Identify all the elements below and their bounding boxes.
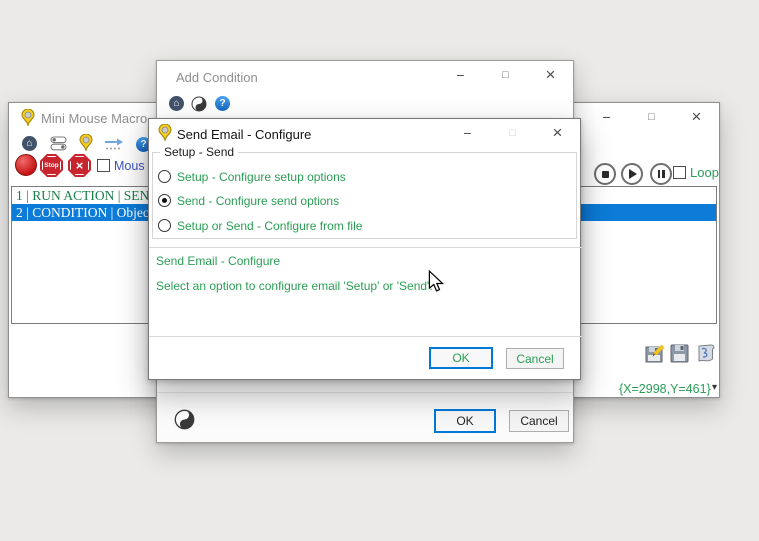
mouse-cursor xyxy=(427,270,445,292)
edit-macro-icon[interactable] xyxy=(644,342,667,365)
app-pin-icon xyxy=(158,124,172,142)
help-icon[interactable]: ? xyxy=(215,96,230,111)
close-button[interactable]: × xyxy=(674,103,719,131)
home-icon[interactable]: ⌂ xyxy=(22,136,37,151)
pause-button[interactable] xyxy=(650,163,672,185)
macro-pin-icon[interactable] xyxy=(79,134,93,152)
maximize-button-disabled: □ xyxy=(490,119,535,147)
save-macro-icon[interactable] xyxy=(669,343,690,364)
maximize-button[interactable]: □ xyxy=(629,103,674,131)
run-arrow-icon[interactable] xyxy=(104,138,124,151)
minimize-button[interactable]: − xyxy=(438,61,483,89)
yin-yang-icon[interactable] xyxy=(191,96,207,112)
cancel-macro-button[interactable]: × xyxy=(68,154,91,177)
add-condition-title: Add Condition xyxy=(176,70,258,85)
main-window-title: Mini Mouse Macro xyxy=(41,111,147,126)
play-button[interactable] xyxy=(621,163,643,185)
ok-button[interactable]: OK xyxy=(434,409,496,433)
cancel-button[interactable]: Cancel xyxy=(509,410,569,432)
cancel-button[interactable]: Cancel xyxy=(506,348,564,369)
groupbox-label: Setup - Send xyxy=(160,145,238,159)
app-pin-icon xyxy=(21,109,35,127)
radio-send-options-label[interactable]: Send - Configure send options xyxy=(177,194,339,208)
mouse-checkbox-label: Mous xyxy=(114,159,145,173)
minimize-button[interactable]: − xyxy=(445,119,490,147)
radio-setup-or-send-file[interactable] xyxy=(158,219,171,232)
divider xyxy=(149,336,582,337)
add-condition-title-bar[interactable]: Add Condition − □ × xyxy=(157,61,573,91)
ok-button[interactable]: OK xyxy=(429,347,493,369)
maximize-button[interactable]: □ xyxy=(483,61,528,89)
record-button[interactable] xyxy=(15,154,37,176)
stop-playback-button[interactable] xyxy=(594,163,616,185)
close-button[interactable]: × xyxy=(535,119,580,147)
add-condition-footer: OK Cancel xyxy=(157,392,573,442)
stop-sign-button[interactable]: Stop xyxy=(40,154,63,177)
radio-send-options[interactable] xyxy=(158,194,171,207)
radio-setup-options-label[interactable]: Setup - Configure setup options xyxy=(177,170,346,184)
send-email-configure-dialog: Send Email - Configure − □ × Setup - Sen… xyxy=(148,118,581,380)
close-button[interactable]: × xyxy=(528,61,573,89)
loop-checkbox-label: Loop xyxy=(690,165,719,180)
minimize-button[interactable]: − xyxy=(584,103,629,131)
coordinates-dropdown-caret[interactable]: ▾ xyxy=(712,382,717,393)
divider xyxy=(149,247,582,248)
mouse-checkbox[interactable] xyxy=(97,159,110,172)
send-email-title: Send Email - Configure xyxy=(177,127,311,142)
info-text: Select an option to configure email 'Set… xyxy=(156,279,433,293)
cancel-x-glyph: × xyxy=(76,159,84,172)
stop-sign-label: Stop xyxy=(44,162,58,169)
home-icon[interactable]: ⌂ xyxy=(169,96,184,111)
yin-yang-icon xyxy=(174,409,195,430)
info-title: Send Email - Configure xyxy=(156,254,280,268)
radio-setup-or-send-file-label[interactable]: Setup or Send - Configure from file xyxy=(177,219,362,233)
script-icon[interactable] xyxy=(695,343,717,364)
profiles-toggle-icon[interactable] xyxy=(50,136,68,151)
loop-checkbox[interactable] xyxy=(673,166,686,179)
desktop: Mini Mouse Macro − □ × ⌂ ? xyxy=(0,0,759,541)
cursor-coordinates-label: {X=2998,Y=461} xyxy=(619,382,711,396)
radio-setup-options[interactable] xyxy=(158,170,171,183)
